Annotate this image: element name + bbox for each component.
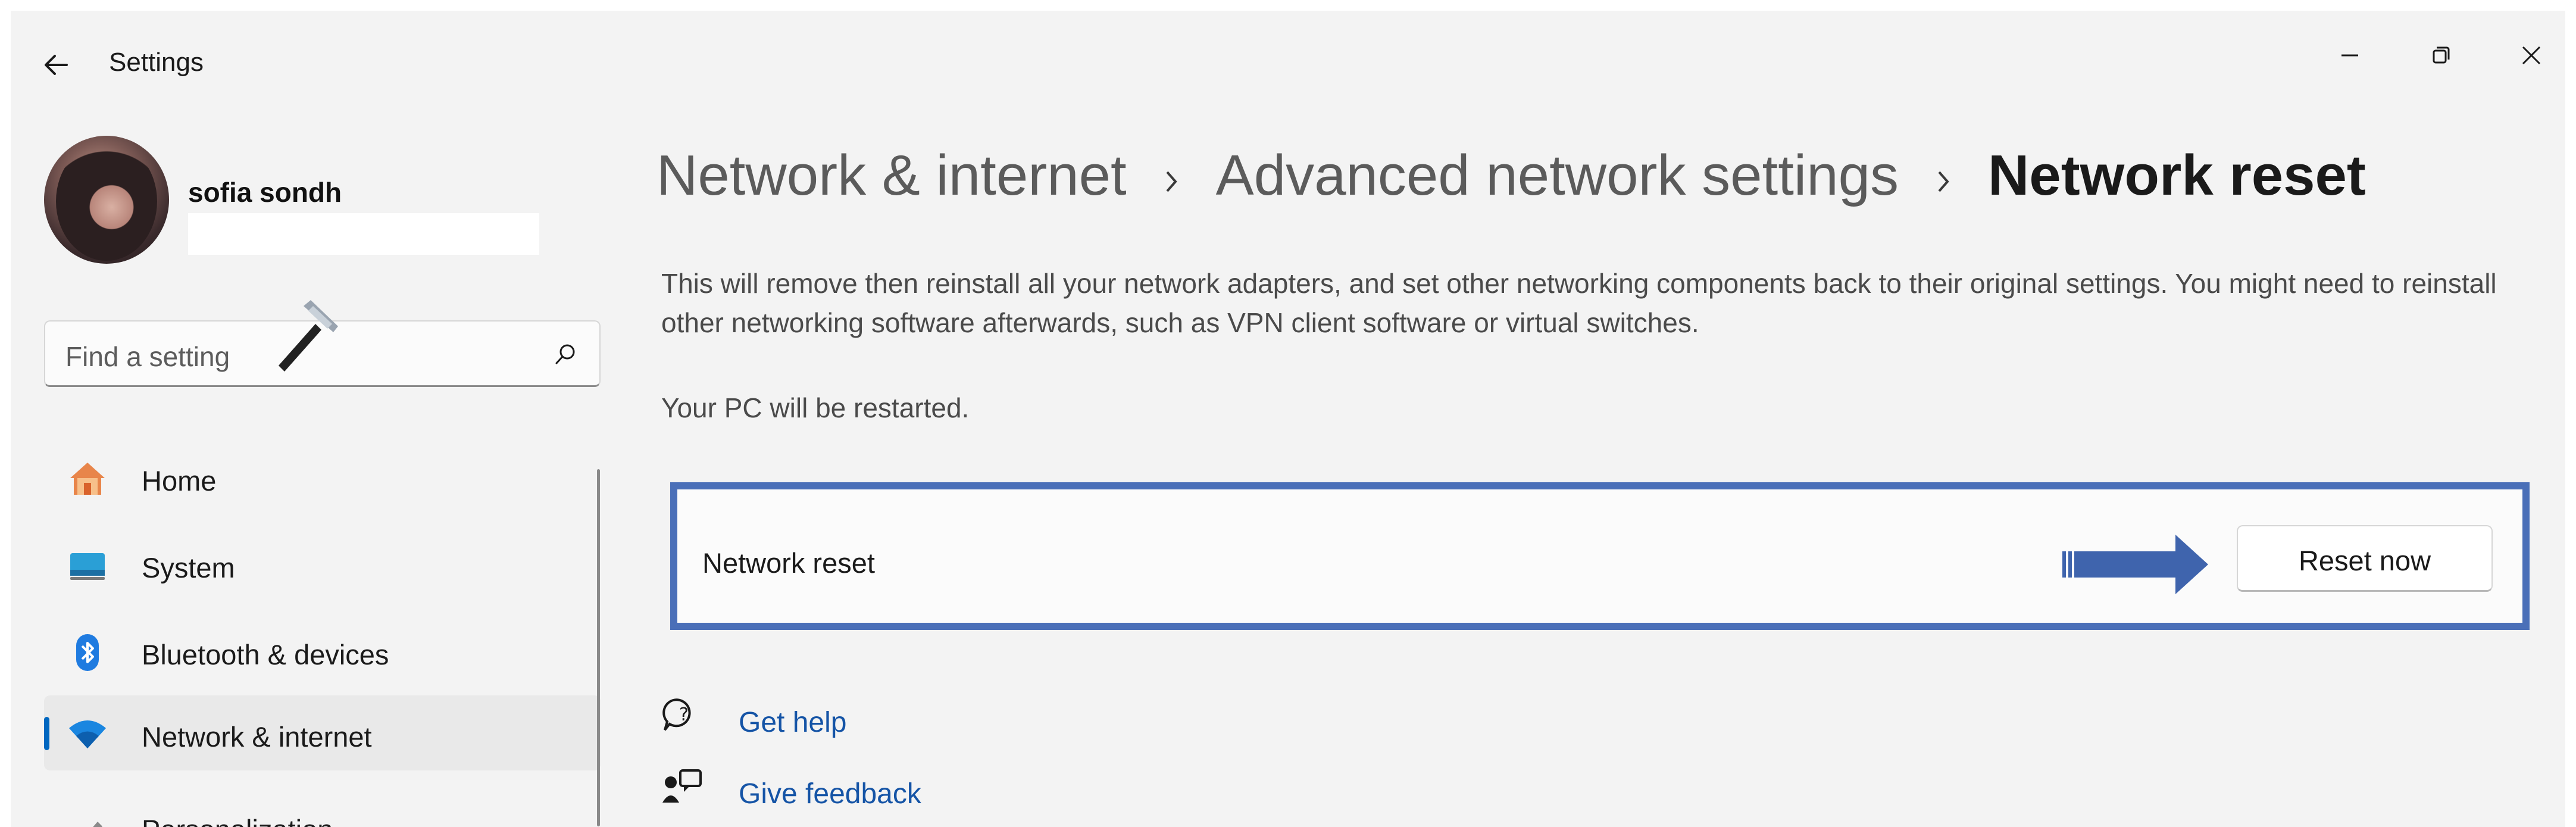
reset-now-button[interactable]: Reset now (2237, 525, 2493, 592)
system-display-icon (70, 553, 105, 580)
sidebar-item-label: Personalization (142, 813, 333, 827)
chevron-right-icon (1938, 171, 1949, 192)
search-icon (555, 344, 575, 364)
sidebar-item-network[interactable]: Network & internet (44, 695, 601, 770)
settings-window: Settings sofia sondh Find a setting Home… (11, 11, 2565, 827)
restore-button[interactable] (2411, 29, 2471, 82)
close-icon (2522, 46, 2541, 65)
feedback-icon (662, 769, 702, 803)
sidebar-item-personalization[interactable]: Personalization (44, 803, 601, 827)
network-reset-card: Network reset Reset now (670, 482, 2530, 630)
user-name: sofia sondh (188, 177, 342, 208)
restore-icon (2433, 46, 2450, 64)
breadcrumb-advanced-network-settings[interactable]: Advanced network settings (1216, 143, 1899, 208)
minimize-icon (2341, 54, 2358, 57)
avatar[interactable] (44, 136, 169, 264)
back-button[interactable] (36, 44, 77, 86)
close-button[interactable] (2502, 29, 2561, 82)
get-help-link[interactable]: Get help (739, 706, 846, 739)
search-placeholder: Find a setting (65, 341, 230, 372)
minimize-button[interactable] (2320, 29, 2380, 82)
sidebar-item-label: Bluetooth & devices (142, 639, 389, 670)
help-chat-icon: ? (662, 698, 691, 731)
sidebar-item-label: Network & internet (142, 721, 372, 753)
breadcrumb: Network & internet Advanced network sett… (656, 143, 2366, 208)
wifi-icon (69, 720, 106, 748)
breadcrumb-separator (1899, 143, 1988, 208)
user-email-redacted (188, 213, 539, 255)
sidebar-item-label: Home (142, 465, 217, 497)
reset-now-label: Reset now (2298, 545, 2431, 576)
sidebar-item-home[interactable]: Home (44, 439, 601, 514)
home-icon (70, 463, 105, 495)
svg-text:?: ? (679, 704, 689, 725)
reset-description: This will remove then reinstall all your… (661, 268, 2497, 338)
brush-icon (93, 822, 102, 827)
back-arrow-icon (45, 55, 68, 75)
breadcrumb-network-internet[interactable]: Network & internet (656, 143, 1127, 208)
give-feedback-link[interactable]: Give feedback (739, 778, 921, 810)
page-title: Network reset (1987, 143, 2366, 207)
active-indicator (44, 717, 49, 750)
sidebar-item-label: System (142, 552, 235, 583)
arrow-right-icon (2062, 535, 2208, 594)
card-label: Network reset (702, 547, 875, 579)
chevron-right-icon (1166, 171, 1177, 192)
hammer-cursor-icon (279, 300, 338, 372)
sidebar-scrollbar[interactable] (597, 469, 600, 826)
restart-note: Your PC will be restarted. (661, 392, 970, 423)
sidebar-item-system[interactable]: System (44, 526, 601, 601)
bluetooth-icon (76, 634, 99, 671)
app-title: Settings (109, 48, 204, 77)
sidebar-item-bluetooth[interactable]: Bluetooth & devices (44, 613, 601, 688)
breadcrumb-separator (1127, 143, 1216, 208)
